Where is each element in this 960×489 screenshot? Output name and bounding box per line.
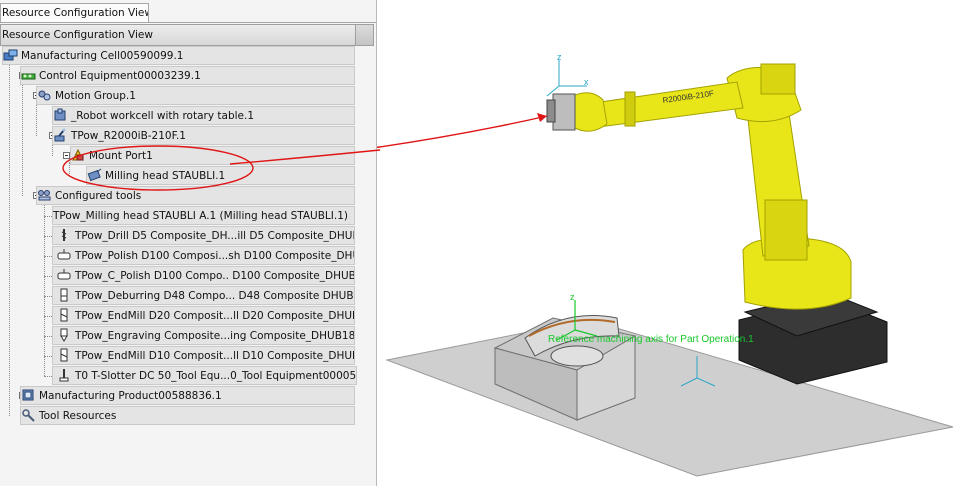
milling-head-body [552, 93, 576, 131]
tree-item-label: TPow_Polish D100 Composi...sh D100 Compo… [75, 250, 355, 262]
axis-x-label: x [584, 77, 589, 87]
t-slotter-tool-icon [57, 368, 72, 382]
axis-z-label: z [570, 292, 575, 302]
tree-connector [44, 296, 52, 297]
robot-wrist-ring [624, 91, 636, 127]
robot-upper-arm-housing [760, 63, 796, 95]
deburring-tool-icon [57, 288, 72, 302]
endmill-tool-icon [57, 348, 72, 362]
3d-viewport[interactable]: R2000iB-210F z x z Reference machining a… [216, 0, 960, 486]
tree-item-tool[interactable]: TPow_Milling head STAUBLI A.1 (Milling h… [52, 206, 355, 225]
annotation-arrow-start [229, 149, 380, 165]
tree-item-tool[interactable]: T0 T-Slotter DC 50_Tool Equ...0_Tool Equ… [52, 366, 357, 385]
annotation-arrow [216, 115, 548, 167]
annotation-arrowhead [537, 113, 547, 122]
tree-item-label: Tool Resources [39, 410, 117, 422]
engraving-tool-icon [57, 328, 72, 342]
tree-item-label: T0 T-Slotter DC 50_Tool Equ...0_Tool Equ… [75, 370, 357, 382]
tree-item-tool[interactable]: TPow_EndMill D10 Composit...ll D10 Compo… [52, 346, 355, 365]
tree-item-tool[interactable]: TPow_EndMill D20 Composit...ll D20 Compo… [52, 306, 355, 325]
tree-connector [44, 316, 52, 317]
tree-item-tool[interactable]: TPow_Drill D5 Composite_DH...ill D5 Comp… [52, 226, 355, 245]
tree-item-manufacturing-product[interactable]: Manufacturing Product00588836.1 [20, 386, 355, 405]
tree-item-tool[interactable]: TPow_Engraving Composite...ing Composite… [52, 326, 355, 345]
robot-counterweight [764, 199, 808, 261]
tree-item-tool-resources[interactable]: Tool Resources [20, 406, 355, 425]
tree-item-label: Manufacturing Product00588836.1 [39, 390, 222, 402]
tree-connector [44, 216, 52, 217]
polish-tool-icon [57, 268, 72, 282]
tree-item-label: TPow_C_Polish D100 Compo.. D100 Composit… [75, 270, 355, 282]
tree-item-label: TPow_Milling head STAUBLI A.1 (Milling h… [53, 210, 348, 222]
machining-axis-label: Reference machining axis for Part Operat… [548, 334, 754, 345]
tree-connector [44, 276, 52, 277]
tree-connector [44, 256, 52, 257]
tree-connector [44, 336, 52, 337]
tree-connector [44, 202, 45, 376]
polish-tool-icon [57, 248, 72, 262]
annotation-circle [62, 145, 254, 191]
robot-wrist [572, 92, 608, 132]
tree-item-label: TPow_Drill D5 Composite_DH...ill D5 Comp… [75, 230, 354, 242]
tree-item-tool[interactable]: TPow_Deburring D48 Compo... D48 Composit… [52, 286, 355, 305]
drill-icon [57, 228, 72, 242]
tree-item-tool[interactable]: TPow_C_Polish D100 Compo.. D100 Composit… [52, 266, 355, 285]
annotation-overlay [62, 145, 380, 191]
tree-item-label: TPow_EndMill D20 Composit...ll D20 Compo… [75, 310, 354, 322]
tree-connector [44, 376, 52, 377]
axis-z-label: z [557, 52, 562, 62]
tree-item-label: TPow_EndMill D10 Composit...ll D10 Compo… [75, 350, 354, 362]
manufacturing-product-icon [21, 388, 36, 402]
robot-forearm [586, 81, 744, 129]
tree-item-label: TPow_Deburring D48 Compo... D48 Composit… [75, 290, 355, 302]
tool-axis-triad [546, 60, 587, 97]
endmill-tool-icon [57, 308, 72, 322]
tree-connector [44, 236, 52, 237]
tree-item-tool[interactable]: TPow_Polish D100 Composi...sh D100 Compo… [52, 246, 355, 265]
rotary-table [550, 345, 604, 367]
milling-head-spindle [546, 99, 556, 123]
tree-connector [44, 356, 52, 357]
tool-resources-icon [21, 408, 36, 422]
3d-scene: R2000iB-210F z x z [216, 52, 954, 477]
tree-item-label: TPow_Engraving Composite...ing Composite… [75, 330, 355, 342]
